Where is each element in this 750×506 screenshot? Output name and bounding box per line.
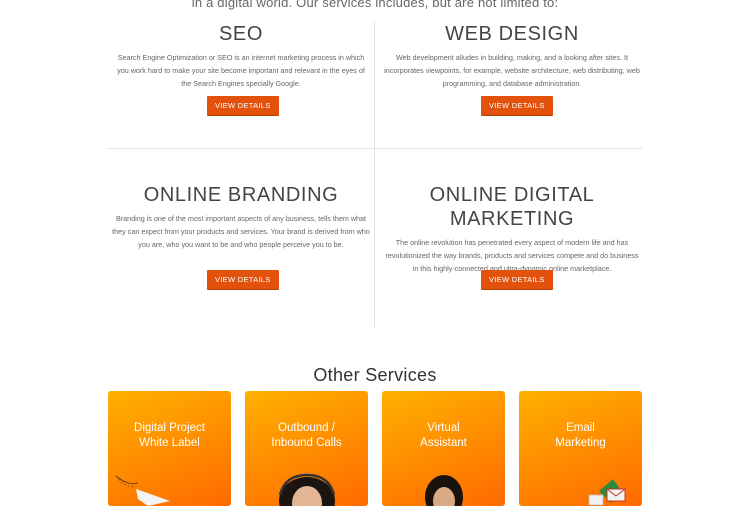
card-outbound-inbound-calls[interactable]: Outbound / Inbound Calls [245,391,368,506]
service-web-design: WEB DESIGN Web development alludes in bu… [379,22,645,90]
seo-view-details-button[interactable]: VIEW DETAILS [207,96,279,115]
service-title: SEO [218,23,264,45]
intro-text: in a digital world. Our services include… [191,0,559,10]
service-online-digital-marketing: ONLINE DIGITAL MARKETING The online revo… [379,183,645,275]
service-title: ONLINE DIGITAL MARKETING [429,184,595,230]
online-branding-view-details-button[interactable]: VIEW DETAILS [207,270,279,289]
service-description: Branding is one of the most important as… [112,214,370,249]
service-description: Web development alludes in building, mak… [384,53,640,88]
card-email-marketing[interactable]: Email Marketing [519,391,642,506]
headset-agent-icon [278,473,336,506]
online-digital-marketing-view-details-button[interactable]: VIEW DETAILS [481,270,553,289]
horizontal-divider [108,148,642,149]
card-virtual-assistant[interactable]: Virtual Assistant [382,391,505,506]
envelopes-icon [588,479,626,506]
card-digital-project-white-label[interactable]: Digital Project White Label [108,391,231,506]
assistant-woman-icon [425,475,463,506]
vertical-divider [374,22,375,327]
other-services-title: Other Services [313,365,437,385]
web-design-view-details-button[interactable]: VIEW DETAILS [481,96,553,115]
service-description: Search Engine Optimization or SEO is an … [117,53,365,88]
service-online-branding: ONLINE BRANDING Branding is one of the m… [108,183,374,251]
service-title: ONLINE BRANDING [143,184,339,206]
service-seo: SEO Search Engine Optimization or SEO is… [108,22,374,90]
service-title: WEB DESIGN [445,23,579,45]
paper-plane-icon [115,475,170,506]
